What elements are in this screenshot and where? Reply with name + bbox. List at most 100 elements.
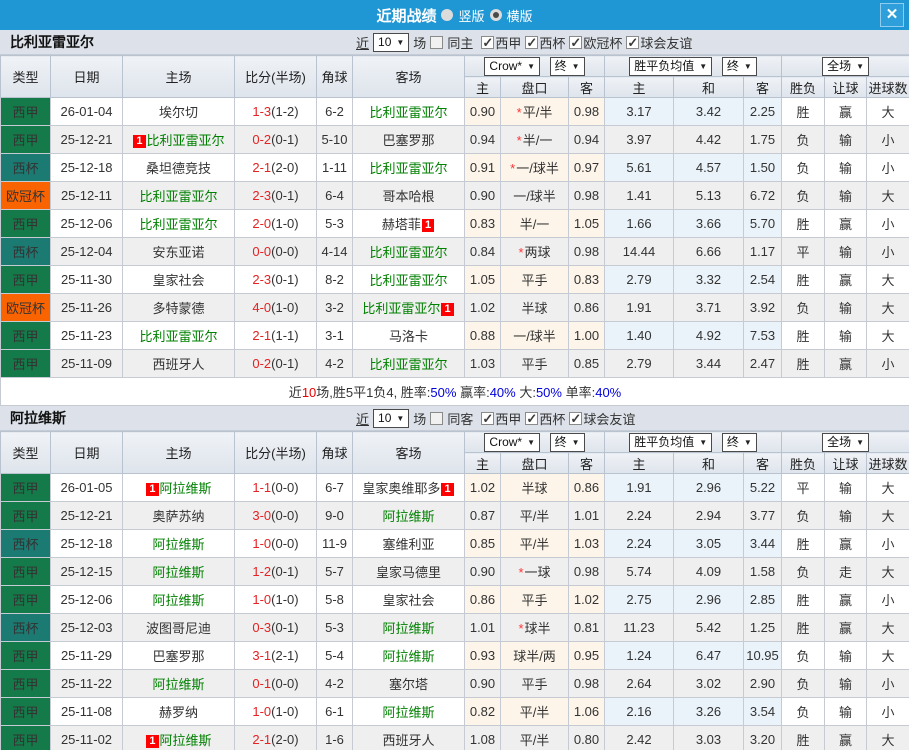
corner-stat: 9-0: [317, 502, 353, 530]
league-checkbox[interactable]: [525, 36, 538, 49]
team-name: 阿拉维斯: [10, 408, 66, 428]
same-venue-checkbox[interactable]: [430, 412, 443, 425]
handicap-text: 平/半: [520, 733, 550, 748]
fulltime-score: 0-2: [252, 356, 271, 371]
match-type-badge: 西甲: [1, 98, 51, 126]
away-team: 比利亚雷亚尔: [353, 98, 465, 126]
result-scope-header: 全场: [782, 56, 909, 77]
home-team: 安东亚诺: [123, 238, 235, 266]
summary-segment: 50%: [430, 385, 456, 400]
score-cell: 1-0(0-0): [235, 530, 317, 558]
away-team-name: 比利亚雷亚尔: [369, 273, 447, 288]
match-row: 西甲25-11-09西班牙人0-2(0-1)4-2比利亚雷亚尔1.03平手0.8…: [1, 350, 909, 378]
handicap-away-odds: 0.98: [569, 98, 605, 126]
home-team-name: 赫罗纳: [159, 705, 198, 720]
match-row: 欧冠杯25-11-26多特蒙德4-0(1-0)3-2比利亚雷亚尔11.02半球0…: [1, 294, 909, 322]
avg-final-select[interactable]: 终: [722, 433, 757, 452]
league-checkbox[interactable]: [481, 412, 494, 425]
handicap-home-odds: 1.08: [465, 726, 501, 750]
away-team-name: 皇家奥维耶多: [362, 481, 440, 496]
score-cell: 1-2(0-1): [235, 558, 317, 586]
league-checkbox[interactable]: [569, 36, 582, 49]
odds-source-select[interactable]: Crow*: [484, 57, 540, 76]
score-cell: 0-1(0-0): [235, 670, 317, 698]
red-card-badge: 1: [146, 735, 158, 748]
goals-result: 大: [867, 322, 909, 350]
handicap-text: 一/球半: [513, 189, 556, 204]
column-header-corner: 角球: [317, 56, 353, 98]
scope-select[interactable]: 全场: [822, 433, 869, 452]
odds-final-value: 终: [555, 59, 567, 73]
summary-segment: 近: [289, 385, 302, 400]
odds-final-select[interactable]: 终: [550, 433, 585, 452]
match-count-select[interactable]: 10: [373, 33, 409, 52]
match-type-badge: 西甲: [1, 126, 51, 154]
close-icon[interactable]: ✕: [880, 3, 904, 27]
layout-radio-horizontal[interactable]: [490, 9, 502, 21]
corner-stat: 5-4: [317, 642, 353, 670]
avg-final-select[interactable]: 终: [722, 57, 757, 76]
corner-stat: 6-1: [317, 698, 353, 726]
away-team-name: 塞尔塔: [389, 677, 428, 692]
handicap-line: 一/球半: [501, 322, 569, 350]
layout-radio-vertical[interactable]: [441, 9, 453, 21]
same-venue-checkbox[interactable]: [430, 36, 443, 49]
handicap-line: 平/半: [501, 530, 569, 558]
avg-draw-odds: 3.02: [674, 670, 744, 698]
handicap-away-odds: 1.00: [569, 322, 605, 350]
subheader-avg-win: 主: [605, 453, 674, 474]
avg-draw-odds: 2.96: [674, 586, 744, 614]
home-team: 多特蒙德: [123, 294, 235, 322]
wdl-result: 胜: [782, 530, 825, 558]
halftime-score: (1-1): [271, 328, 298, 343]
fulltime-score: 0-2: [252, 132, 271, 147]
match-date: 25-11-29: [51, 642, 123, 670]
match-date: 25-12-18: [51, 154, 123, 182]
handicap-home-odds: 0.90: [465, 558, 501, 586]
handicap-line: *一/球半: [501, 154, 569, 182]
score-cell: 2-3(0-1): [235, 266, 317, 294]
league-checkbox[interactable]: [481, 36, 494, 49]
handicap-home-odds: 0.90: [465, 98, 501, 126]
league-label: 西杯: [539, 33, 565, 52]
away-team: 马洛卡: [353, 322, 465, 350]
layout-radio-vertical-label[interactable]: 竖版: [458, 6, 484, 25]
fulltime-score: 2-1: [252, 732, 271, 747]
handicap-odds-header: Crow* 终: [465, 56, 605, 77]
subheader-odds-away: 客: [569, 453, 605, 474]
avg-draw-odds: 3.03: [674, 726, 744, 750]
home-team-name: 桑坦德竞技: [146, 161, 211, 176]
match-type-badge: 西甲: [1, 266, 51, 294]
avg-odds-select[interactable]: 胜平负均值: [629, 57, 712, 76]
handicap-line: 球半/两: [501, 642, 569, 670]
halftime-score: (0-0): [271, 676, 298, 691]
league-checkbox[interactable]: [569, 412, 582, 425]
subheader-wdl: 胜负: [782, 77, 825, 98]
handicap-line: 一/球半: [501, 182, 569, 210]
avg-win-odds: 1.24: [605, 642, 674, 670]
wdl-result: 负: [782, 642, 825, 670]
layout-radio-horizontal-label[interactable]: 横版: [507, 6, 533, 25]
goals-result: 小: [867, 530, 909, 558]
odds-source-select[interactable]: Crow*: [484, 433, 540, 452]
handicap-away-odds: 1.02: [569, 586, 605, 614]
match-row: 西杯25-12-03波图哥尼迪0-3(0-1)5-3阿拉维斯1.01*球半0.8…: [1, 614, 909, 642]
scope-select[interactable]: 全场: [822, 57, 869, 76]
wdl-result: 胜: [782, 266, 825, 294]
subheader-handicap: 盘口: [501, 77, 569, 98]
home-team: 桑坦德竞技: [123, 154, 235, 182]
odds-final-select[interactable]: 终: [550, 57, 585, 76]
avg-draw-odds: 6.47: [674, 642, 744, 670]
fulltime-score: 1-0: [252, 704, 271, 719]
home-team-name: 多特蒙德: [152, 301, 204, 316]
avg-final-value: 终: [727, 435, 739, 449]
match-count-select[interactable]: 10: [373, 409, 409, 428]
handicap-away-odds: 0.86: [569, 294, 605, 322]
odds-source-value: Crow*: [489, 435, 522, 449]
league-checkbox[interactable]: [626, 36, 639, 49]
halftime-score: (1-2): [271, 104, 298, 119]
avg-draw-odds: 5.13: [674, 182, 744, 210]
halftime-score: (0-1): [271, 564, 298, 579]
league-checkbox[interactable]: [525, 412, 538, 425]
avg-odds-select[interactable]: 胜平负均值: [629, 433, 712, 452]
